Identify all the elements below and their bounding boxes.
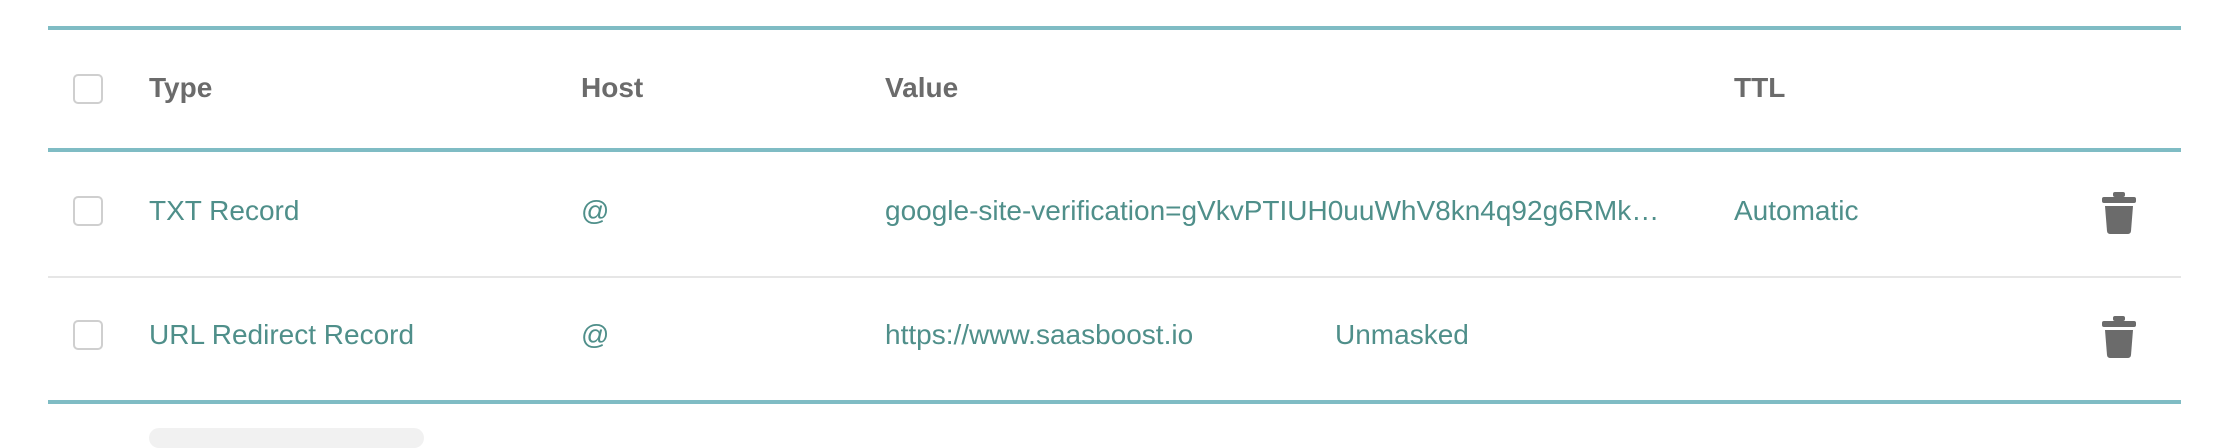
record-type[interactable]: URL Redirect Record	[149, 318, 414, 352]
delete-record-button[interactable]	[2102, 316, 2136, 358]
column-header-host[interactable]: Host	[581, 71, 643, 105]
table-row: TXT Record @ google-site-verification=gV…	[48, 152, 2181, 276]
record-value[interactable]: google-site-verification=gVkvPTIUH0uuWhV…	[885, 194, 1690, 228]
record-type[interactable]: TXT Record	[149, 194, 299, 228]
column-header-type[interactable]: Type	[149, 71, 212, 105]
record-ttl[interactable]: Automatic	[1734, 194, 1859, 228]
trash-icon	[2102, 192, 2136, 234]
column-header-value[interactable]: Value	[885, 71, 958, 105]
table-header-row: Type Host Value TTL	[48, 30, 2181, 148]
trash-icon	[2102, 316, 2136, 358]
delete-record-button[interactable]	[2102, 192, 2136, 234]
record-redirect-mode[interactable]: Unmasked	[1335, 318, 1469, 352]
record-value[interactable]: https://www.saasboost.io	[885, 318, 1690, 352]
dns-records-table: Type Host Value TTL TXT Record @ google-…	[48, 0, 2181, 448]
row-select-checkbox[interactable]	[73, 196, 103, 226]
table-bottom-rule	[48, 400, 2181, 404]
table-row: URL Redirect Record @ https://www.saasbo…	[48, 278, 2181, 400]
record-host[interactable]: @	[581, 194, 609, 228]
record-host[interactable]: @	[581, 318, 609, 352]
select-all-checkbox[interactable]	[73, 74, 103, 104]
row-select-checkbox[interactable]	[73, 320, 103, 350]
column-header-ttl[interactable]: TTL	[1734, 71, 1785, 105]
add-record-button[interactable]	[149, 428, 424, 448]
